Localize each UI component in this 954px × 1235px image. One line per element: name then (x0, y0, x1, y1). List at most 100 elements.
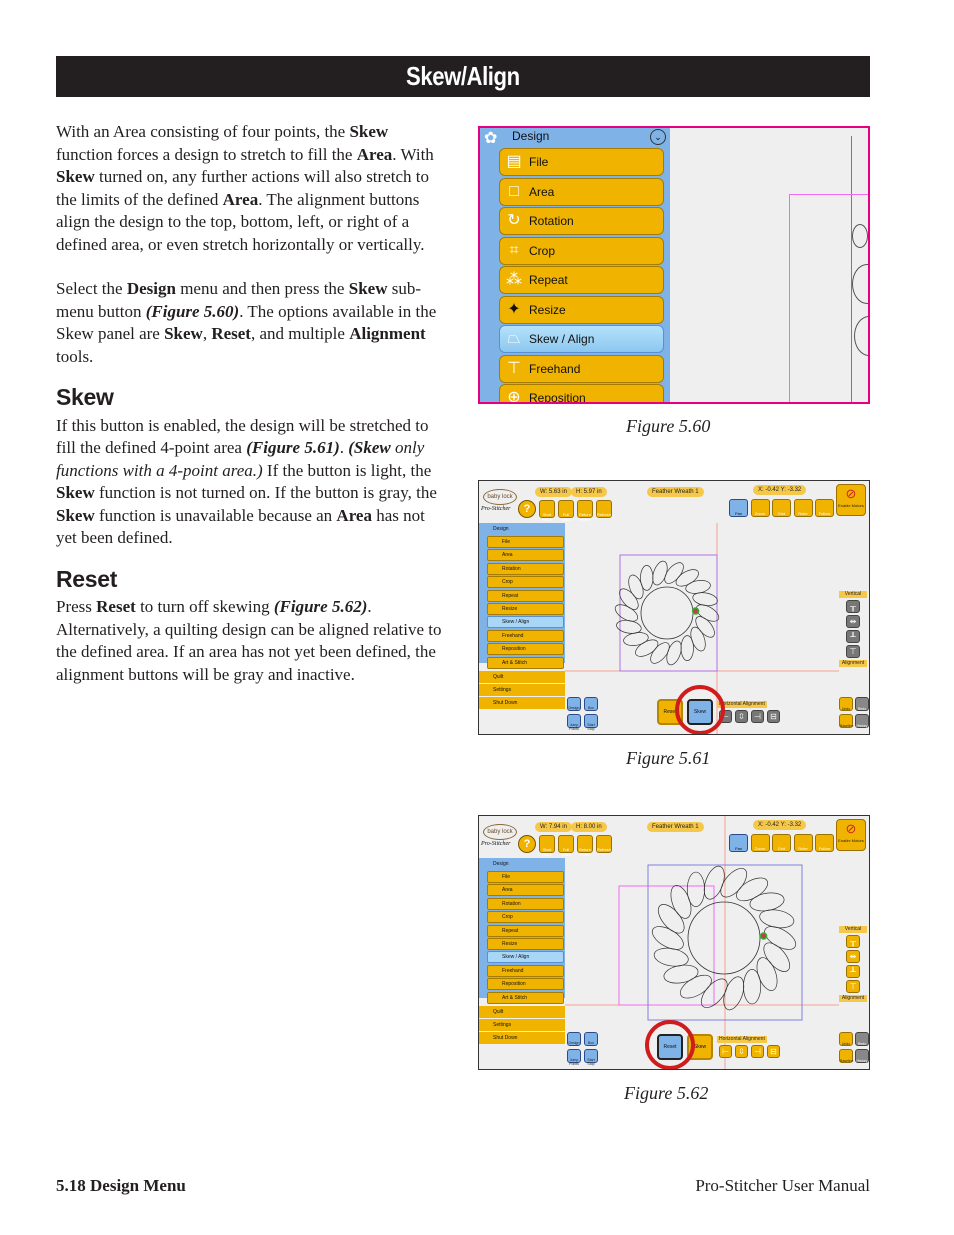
vertical-align-button-2[interactable]: ⇹ (846, 615, 860, 628)
menu-group-shut-down[interactable]: Shut Down (479, 1032, 565, 1044)
edit-button-redo[interactable]: Redo (855, 697, 869, 711)
text-run: . (339, 438, 349, 457)
horizontal-align-button-2[interactable]: ⇳ (735, 1045, 748, 1058)
view-tool-pan[interactable]: Pan (729, 499, 748, 517)
menu-item-skew-align[interactable]: Skew / Align (487, 616, 564, 629)
vertical-align-button-1[interactable]: ╥ (846, 600, 860, 613)
bottom-button-start-stop[interactable]: Start Stop (584, 1049, 598, 1066)
menu-item-area[interactable]: Area (487, 884, 564, 897)
menu-item-crop[interactable]: Crop (487, 911, 564, 924)
view-tool-zoom[interactable]: Zoom (750, 834, 770, 852)
menu-item-area[interactable]: □ Area (499, 177, 664, 206)
vertical-align-button-3[interactable]: ╨ (846, 965, 860, 978)
vertical-align-button-1[interactable]: ╥ (846, 935, 860, 948)
menu-item-reposition[interactable]: Reposition (487, 643, 564, 656)
toolbar-button-full-stitch[interactable]: Full Stitch (558, 835, 574, 857)
menu-item-repeat[interactable]: Repeat (487, 589, 564, 602)
edit-button-undo[interactable]: Undo (839, 1032, 853, 1046)
enable-motors-button[interactable]: ⊘ Enable Motors (836, 819, 866, 851)
freehand-icon: ⊤ (507, 359, 521, 377)
help-button[interactable]: ? (518, 500, 536, 518)
bottom-button-design[interactable]: Design (567, 697, 581, 711)
edit-button-history[interactable]: History (855, 714, 869, 728)
menu-item-freehand[interactable]: ⊤ Freehand (499, 354, 664, 383)
view-tool-follow[interactable]: Follow (815, 499, 834, 517)
brand-logo: baby lock (483, 489, 517, 505)
view-tool-pan[interactable]: Pan (729, 834, 748, 852)
toolbar-button-start-stitch[interactable]: Start Stitch (539, 500, 555, 522)
vertical-align-button-4[interactable]: ⊤ (846, 980, 860, 993)
menu-item-crop[interactable]: ⌗ Crop (499, 236, 664, 265)
view-tool-follow[interactable]: Follow (815, 834, 834, 852)
enable-motors-button[interactable]: ⊘ Enable Motors (836, 484, 866, 516)
edit-button-baseline[interactable]: Baseline (839, 714, 853, 728)
toolbar-button-full-stitch[interactable]: Full Stitch (558, 500, 574, 522)
menu-item-freehand[interactable]: Freehand (487, 629, 564, 642)
menu-group-settings[interactable]: Settings (479, 684, 565, 696)
toolbar-button-refresh[interactable]: Refresh (596, 835, 612, 853)
edit-button-history[interactable]: History (855, 1049, 869, 1063)
menu-group-shut-down[interactable]: Shut Down (479, 697, 565, 709)
menu-item-skew-align[interactable]: Skew / Align (487, 951, 564, 964)
menu-item-reposition[interactable]: Reposition (487, 978, 564, 991)
menu-item-rotation[interactable]: ↻ Rotation (499, 207, 664, 235)
design-stitch-shape (854, 316, 868, 356)
help-button[interactable]: ? (518, 835, 536, 853)
vertical-align-button-4[interactable]: ⊤ (846, 645, 860, 658)
bottom-button-jump-points[interactable]: Jump Points (567, 714, 581, 731)
horizontal-align-button-3[interactable]: ⊣ (751, 710, 764, 723)
menu-item-resize[interactable]: ✦ Resize (499, 295, 664, 324)
bottom-button-jump-points[interactable]: Jump Points (567, 1049, 581, 1066)
menu-item-resize[interactable]: Resize (487, 938, 564, 950)
horizontal-align-button-2[interactable]: ⇳ (735, 710, 748, 723)
toolbar-button-refresh[interactable]: Refresh (596, 500, 612, 518)
edit-button-undo[interactable]: Undo (839, 697, 853, 711)
menu-item-file[interactable]: File (487, 871, 564, 883)
toolbar-button-return-home[interactable]: Return Home (577, 500, 593, 522)
vertical-align-button-3[interactable]: ╨ (846, 630, 860, 643)
bottom-button-box[interactable]: Box (584, 1032, 598, 1046)
view-tool-zoom[interactable]: Zoom (750, 499, 770, 517)
menu-group-quilt[interactable]: Quilt (479, 671, 565, 683)
menu-group-quilt[interactable]: Quilt (479, 1006, 565, 1018)
menu-item-skew-align[interactable]: ⏢ Skew / Align (499, 325, 664, 353)
horizontal-align-button-4[interactable]: ⊟ (767, 710, 780, 723)
menu-item-crop[interactable]: Crop (487, 576, 564, 589)
vertical-align-button-2[interactable]: ⇹ (846, 950, 860, 963)
menu-item-file[interactable]: File (487, 536, 564, 548)
design-menu-header[interactable]: Design (479, 523, 565, 535)
bottom-button-box[interactable]: Box (584, 697, 598, 711)
menu-item-file[interactable]: ▤ File (499, 148, 664, 176)
edit-button-redo[interactable]: Redo (855, 1032, 869, 1046)
emphasis-text: (Figure 5.62) (273, 597, 368, 616)
menu-item-rotation[interactable]: Rotation (487, 897, 564, 910)
design-menu-header[interactable]: Design (479, 858, 565, 870)
view-tool-grid[interactable]: Grid (772, 834, 791, 852)
horizontal-align-button-3[interactable]: ⊣ (751, 1045, 764, 1058)
menu-item-freehand[interactable]: Freehand (487, 964, 564, 977)
menu-item-repeat[interactable]: Repeat (487, 924, 564, 937)
design-menu-panel: Design File Area Rotation Crop Repeat Resize Sk… (479, 523, 565, 669)
view-tool-ruler[interactable]: Ruler (793, 834, 813, 852)
view-tool-grid[interactable]: Grid (772, 499, 791, 517)
menu-group-settings[interactable]: Settings (479, 1019, 565, 1031)
design-menu-header[interactable]: Design ⌄ (480, 128, 670, 146)
horizontal-align-button-1[interactable]: ⊢ (719, 1045, 732, 1058)
view-tool-ruler[interactable]: Ruler (793, 499, 813, 517)
toolbar-button-start-stitch[interactable]: Start Stitch (539, 835, 555, 857)
horizontal-align-button-4[interactable]: ⊟ (767, 1045, 780, 1058)
menu-item-repeat[interactable]: ⁂ Repeat (499, 266, 664, 294)
bottom-button-design[interactable]: Design (567, 1032, 581, 1046)
edit-button-baseline[interactable]: Baseline (839, 1049, 853, 1063)
chevron-down-icon[interactable]: ⌄ (650, 129, 666, 145)
menu-item-art-stitch[interactable]: Art & Stitch (487, 656, 564, 669)
menu-item-art-stitch[interactable]: Art & Stitch (487, 991, 564, 1004)
toolbar-button-return-home[interactable]: Return Home (577, 835, 593, 857)
bottom-button-start-stop[interactable]: Start Stop (584, 714, 598, 731)
figure-5-61: baby lock Pro-Stitcher W: 5.63 in H: 5.97 i… (478, 480, 870, 735)
menu-item-reposition[interactable]: ⊕ Reposition (499, 384, 664, 402)
menu-item-area[interactable]: Area (487, 549, 564, 562)
menu-item-rotation[interactable]: Rotation (487, 562, 564, 575)
menu-item-resize[interactable]: Resize (487, 603, 564, 615)
figure-caption: Figure 5.62 (624, 1083, 709, 1103)
